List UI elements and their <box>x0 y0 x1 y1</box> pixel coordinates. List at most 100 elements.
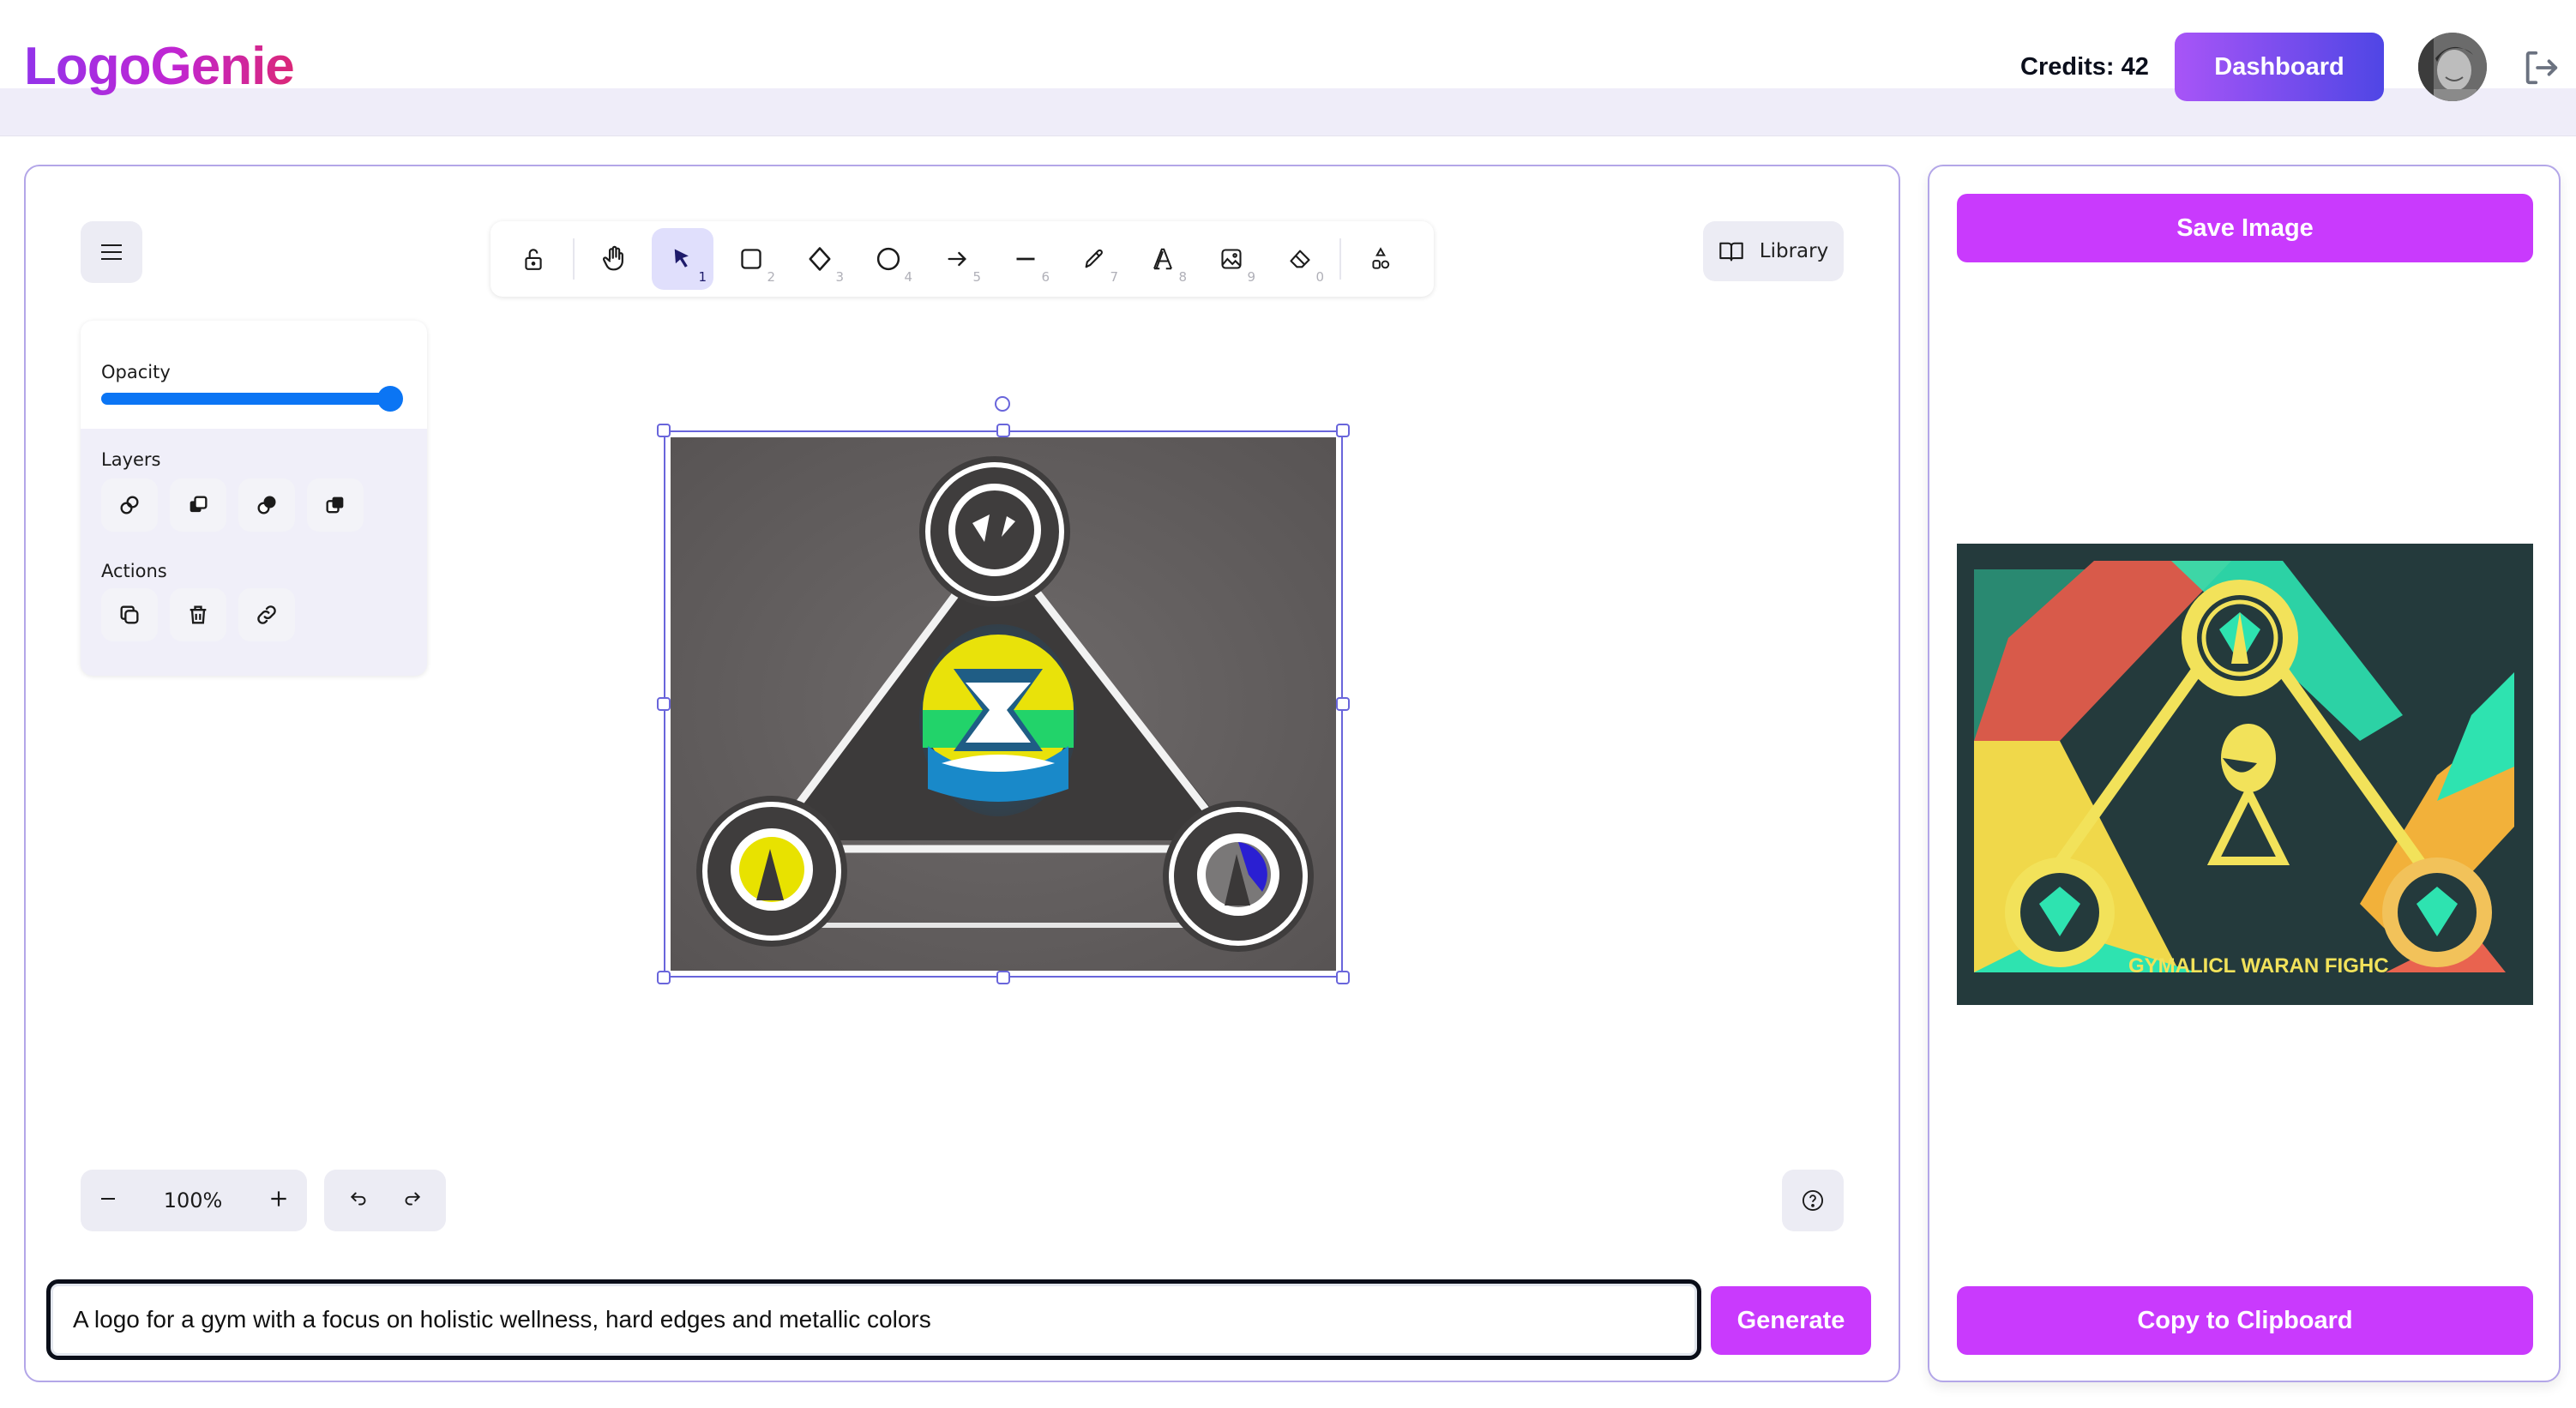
send-backward-icon <box>190 496 208 513</box>
diamond-icon <box>809 247 831 271</box>
resize-handle-e[interactable] <box>1336 697 1350 711</box>
tool-extra[interactable] <box>1350 228 1411 290</box>
tool-lock[interactable] <box>503 228 564 290</box>
redo-icon <box>405 1192 420 1205</box>
zoom-controls: 100% <box>81 1170 307 1231</box>
link-icon <box>257 605 276 624</box>
library-button[interactable]: Library <box>1703 221 1844 281</box>
resize-handle-se[interactable] <box>1336 971 1350 984</box>
actions-label: Actions <box>101 561 167 581</box>
history-controls <box>324 1170 446 1231</box>
bring-to-front-icon <box>326 496 344 514</box>
tool-shortcut: 3 <box>835 269 844 285</box>
tool-shortcut: 8 <box>1178 269 1187 285</box>
opacity-label: Opacity <box>101 362 171 382</box>
line-icon <box>1016 257 1035 261</box>
bring-forward-button[interactable] <box>238 478 295 532</box>
tool-shortcut: 4 <box>904 269 912 285</box>
tool-text[interactable]: 8 <box>1132 228 1194 290</box>
unlock-icon <box>525 249 542 270</box>
avatar[interactable] <box>2418 33 2487 101</box>
help-icon <box>1802 1189 1824 1212</box>
send-to-back-button[interactable] <box>101 478 158 532</box>
save-image-button[interactable]: Save Image <box>1957 194 2533 262</box>
properties-panel: Opacity Layers Actions <box>81 321 427 676</box>
preview-logo-image: GYMALICL WARAN FIGHC <box>1957 544 2533 1005</box>
resize-handle-s[interactable] <box>996 971 1010 984</box>
preview-logo-artwork: GYMALICL WARAN FIGHC <box>1957 544 2533 1005</box>
main-menu-button[interactable] <box>81 221 142 283</box>
pointer-icon <box>674 249 689 268</box>
redo-button[interactable] <box>400 1188 423 1214</box>
opacity-slider[interactable] <box>101 393 396 405</box>
help-button[interactable] <box>1782 1170 1844 1231</box>
zoom-out-button[interactable] <box>98 1188 118 1213</box>
bring-forward-icon <box>257 496 276 514</box>
tool-ellipse[interactable]: 4 <box>858 228 919 290</box>
app-logo[interactable]: LogoGenie <box>24 33 295 101</box>
tool-eraser[interactable]: 0 <box>1269 228 1331 290</box>
image-icon <box>1221 249 1242 269</box>
delete-button[interactable] <box>170 588 226 641</box>
rectangle-icon <box>741 249 761 269</box>
tool-shortcut: 6 <box>1041 269 1050 285</box>
book-icon <box>1719 242 1743 262</box>
tool-draw[interactable]: 7 <box>1063 228 1125 290</box>
generate-button[interactable]: Generate <box>1711 1286 1871 1355</box>
toolbar-divider <box>1339 238 1341 280</box>
minus-icon <box>101 1197 115 1200</box>
tool-shortcut: 0 <box>1315 269 1324 285</box>
tool-shortcut: 7 <box>1110 269 1118 285</box>
tool-hand[interactable] <box>583 228 645 290</box>
tool-shortcut: 5 <box>972 269 981 285</box>
send-backward-button[interactable] <box>170 478 226 532</box>
tool-line[interactable]: 6 <box>995 228 1056 290</box>
tool-rectangle[interactable]: 2 <box>720 228 782 290</box>
credits-count: Credits: 42 <box>2020 53 2149 81</box>
hamburger-icon <box>101 244 122 260</box>
library-label: Library <box>1759 240 1829 262</box>
pencil-icon <box>1085 249 1103 268</box>
trash-icon <box>190 605 207 624</box>
bring-to-front-button[interactable] <box>307 478 364 532</box>
undo-icon <box>350 1192 365 1205</box>
logout-icon <box>2525 51 2558 85</box>
generated-logo-artwork <box>671 437 1336 971</box>
ellipse-icon <box>876 247 900 271</box>
tool-arrow[interactable]: 5 <box>926 228 988 290</box>
duplicate-icon <box>120 605 139 624</box>
undo-button[interactable] <box>348 1188 370 1214</box>
zoom-level[interactable]: 100% <box>164 1188 223 1212</box>
arrow-icon <box>948 251 966 267</box>
zoom-in-button[interactable] <box>268 1188 290 1214</box>
copy-to-clipboard-button[interactable]: Copy to Clipboard <box>1957 1286 2533 1355</box>
tool-diamond[interactable]: 3 <box>789 228 851 290</box>
canvas-logo-image[interactable] <box>671 437 1336 971</box>
duplicate-button[interactable] <box>101 588 158 641</box>
tool-shortcut: 1 <box>698 269 707 285</box>
rotation-handle[interactable] <box>995 396 1010 412</box>
opacity-slider-thumb[interactable] <box>377 386 403 412</box>
resize-handle-n[interactable] <box>996 424 1010 437</box>
resize-handle-sw[interactable] <box>657 971 671 984</box>
drawing-toolbar: 1 2 3 4 5 6 7 8 9 0 <box>491 221 1434 297</box>
prompt-input[interactable] <box>46 1279 1701 1360</box>
avatar-photo <box>2418 33 2487 101</box>
link-button[interactable] <box>238 588 295 641</box>
send-to-back-icon <box>120 496 139 514</box>
tool-shortcut: 9 <box>1247 269 1255 285</box>
tool-selection[interactable]: 1 <box>652 228 713 290</box>
hand-icon <box>602 245 623 271</box>
resize-handle-ne[interactable] <box>1336 424 1350 437</box>
text-icon <box>1153 248 1172 270</box>
tool-image[interactable]: 9 <box>1201 228 1262 290</box>
tool-shortcut: 2 <box>767 269 775 285</box>
layers-label: Layers <box>101 449 161 470</box>
shapes-icon <box>1372 247 1390 269</box>
resize-handle-w[interactable] <box>657 697 671 711</box>
dashboard-button[interactable]: Dashboard <box>2175 33 2384 101</box>
eraser-icon <box>1290 250 1310 268</box>
logout-button[interactable] <box>2521 48 2561 87</box>
plus-icon <box>271 1190 286 1206</box>
resize-handle-nw[interactable] <box>657 424 671 437</box>
